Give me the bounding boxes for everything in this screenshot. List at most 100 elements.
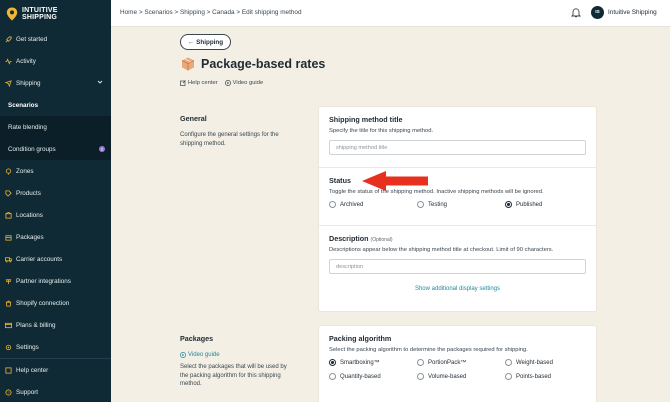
package-icon xyxy=(4,233,12,241)
chevron-down-icon[interactable] xyxy=(97,79,103,85)
status-radio-archived[interactable]: Archived xyxy=(329,201,417,208)
sidebar-item-get-started[interactable]: Get started xyxy=(0,28,111,50)
arrow-left-icon: ← xyxy=(187,38,195,46)
bell-icon[interactable] xyxy=(571,7,581,18)
card-icon xyxy=(4,321,12,329)
packages-section-description: Select the packages that will be used by… xyxy=(180,364,287,387)
packages-video-guide-link[interactable]: Video guide xyxy=(180,352,220,358)
sidebar-item-shipping[interactable]: Shipping xyxy=(0,72,111,94)
packing-algorithm-section: Packing algorithm Select the packing alg… xyxy=(319,326,596,388)
radio-label: Quantity-based xyxy=(340,373,381,380)
radio-circle xyxy=(417,373,424,380)
algorithm-radio-smartboxing[interactable]: Smartboxing™ xyxy=(329,359,417,366)
description-label-text: Description xyxy=(329,234,369,243)
radio-label: Weight-based xyxy=(516,359,553,366)
optional-tag: (Optional) xyxy=(370,237,393,243)
breadcrumb[interactable]: Home > Scenarios > Shipping > Canada > E… xyxy=(120,9,302,16)
sidebar-item-support[interactable]: ? Support xyxy=(0,381,111,402)
sidebar: INTUITIVE SHIPPING Get started Activity … xyxy=(0,0,111,402)
sidebar-item-label: Partner integrations xyxy=(16,277,71,285)
status-radio-published[interactable]: Published xyxy=(505,201,542,208)
method-title-help: Specify the title for this shipping meth… xyxy=(329,128,434,134)
help-icon xyxy=(4,366,12,374)
account-name[interactable]: Intuitive Shipping xyxy=(608,9,657,16)
general-section-title: General xyxy=(180,114,207,123)
algorithm-radio-quantity-based[interactable]: Quantity-based xyxy=(329,373,417,380)
description-input[interactable]: description xyxy=(329,259,586,274)
play-circle-icon xyxy=(224,80,231,86)
description-section: Description (Optional) Descriptions appe… xyxy=(319,226,596,312)
sidebar-item-shopify-connection[interactable]: Shopify connection xyxy=(0,292,111,314)
sidebar-item-label: Settings xyxy=(16,343,39,351)
sidebar-item-settings[interactable]: Settings xyxy=(0,336,111,358)
sidebar-item-partner-integrations[interactable]: Partner integrations xyxy=(0,270,111,292)
sidebar-item-label: Shopify connection xyxy=(16,299,70,307)
sidebar-item-label: Locations xyxy=(16,211,43,219)
avatar[interactable]: IS xyxy=(591,6,604,19)
sidebar-item-activity[interactable]: Activity xyxy=(0,50,111,72)
rocket-icon xyxy=(4,35,12,43)
radio-label: Points-based xyxy=(516,373,552,380)
packages-section-title: Packages xyxy=(180,334,214,343)
radio-circle xyxy=(329,373,336,380)
package-box-icon xyxy=(181,57,195,71)
description-label: Description (Optional) xyxy=(329,234,586,243)
video-guide-label: Video guide xyxy=(188,352,220,358)
radio-circle-selected xyxy=(505,201,512,208)
activity-icon xyxy=(4,57,12,65)
header-links: Help center Video guide xyxy=(180,80,263,86)
truck-icon xyxy=(4,255,12,263)
support-icon: ? xyxy=(4,388,12,396)
sidebar-item-packages[interactable]: Packages xyxy=(0,226,111,248)
sidebar-item-label: Plans & billing xyxy=(16,321,56,329)
sidebar-item-label: Activity xyxy=(16,57,36,65)
page-header: Package-based rates xyxy=(180,56,325,72)
tag-icon xyxy=(4,189,12,197)
sidebar-item-label: Shipping xyxy=(16,79,41,87)
plug-icon xyxy=(4,277,12,285)
sidebar-item-carrier-accounts[interactable]: Carrier accounts xyxy=(0,248,111,270)
show-display-settings-link[interactable]: Show additional display settings xyxy=(329,286,586,292)
external-link-icon xyxy=(180,80,186,86)
packing-algorithm-radio-group: Smartboxing™ PortionPack™ Weight-based Q… xyxy=(329,359,586,380)
method-title-label: Shipping method title xyxy=(329,115,403,124)
sidebar-subitem-label: Scenarios xyxy=(8,101,39,109)
sidebar-item-help-center[interactable]: Help center xyxy=(0,359,111,381)
help-center-link-label: Help center xyxy=(188,80,218,86)
radio-circle xyxy=(505,373,512,380)
sidebar-item-label: Help center xyxy=(16,366,49,374)
algorithm-radio-volume-based[interactable]: Volume-based xyxy=(417,373,505,380)
sidebar-subitem-condition-groups[interactable]: Condition groups ! xyxy=(0,138,111,160)
logo-pin-icon xyxy=(6,7,18,21)
top-bar: Home > Scenarios > Shipping > Canada > E… xyxy=(111,0,670,27)
sidebar-item-label: Support xyxy=(16,388,39,396)
description-help: Descriptions appear below the shipping m… xyxy=(329,247,554,253)
location-icon xyxy=(4,211,12,219)
algorithm-radio-points-based[interactable]: Points-based xyxy=(505,373,593,380)
method-title-input[interactable]: shipping method title xyxy=(329,140,586,155)
brand-logo[interactable]: INTUITIVE SHIPPING xyxy=(0,0,111,28)
radio-circle xyxy=(505,359,512,366)
play-circle-icon xyxy=(180,352,186,358)
packing-algorithm-card: Packing algorithm Select the packing alg… xyxy=(318,325,597,402)
sidebar-item-zones[interactable]: Zones xyxy=(0,160,111,182)
sidebar-subitem-label: Rate blending xyxy=(8,123,47,131)
sidebar-item-locations[interactable]: Locations xyxy=(0,204,111,226)
sidebar-subitem-rate-blending[interactable]: Rate blending xyxy=(0,116,111,138)
back-button-label: Shipping xyxy=(196,38,224,46)
status-radio-testing[interactable]: Testing xyxy=(417,201,505,208)
help-center-link[interactable]: Help center xyxy=(180,80,218,86)
radio-circle xyxy=(417,359,424,366)
algorithm-radio-weight-based[interactable]: Weight-based xyxy=(505,359,593,366)
video-guide-link[interactable]: Video guide xyxy=(224,80,263,86)
algorithm-radio-portionpack[interactable]: PortionPack™ xyxy=(417,359,505,366)
shopify-icon xyxy=(4,299,12,307)
packing-algorithm-help: Select the packing algorithm to determin… xyxy=(329,347,528,353)
sidebar-item-products[interactable]: Products xyxy=(0,182,111,204)
sidebar-subitem-scenarios[interactable]: Scenarios xyxy=(0,94,111,116)
method-title-section: Shipping method title Specify the title … xyxy=(319,107,596,168)
radio-circle xyxy=(417,201,424,208)
sidebar-item-label: Carrier accounts xyxy=(16,255,63,263)
sidebar-item-plans-billing[interactable]: Plans & billing xyxy=(0,314,111,336)
back-to-shipping-button[interactable]: ← Shipping xyxy=(180,34,231,50)
